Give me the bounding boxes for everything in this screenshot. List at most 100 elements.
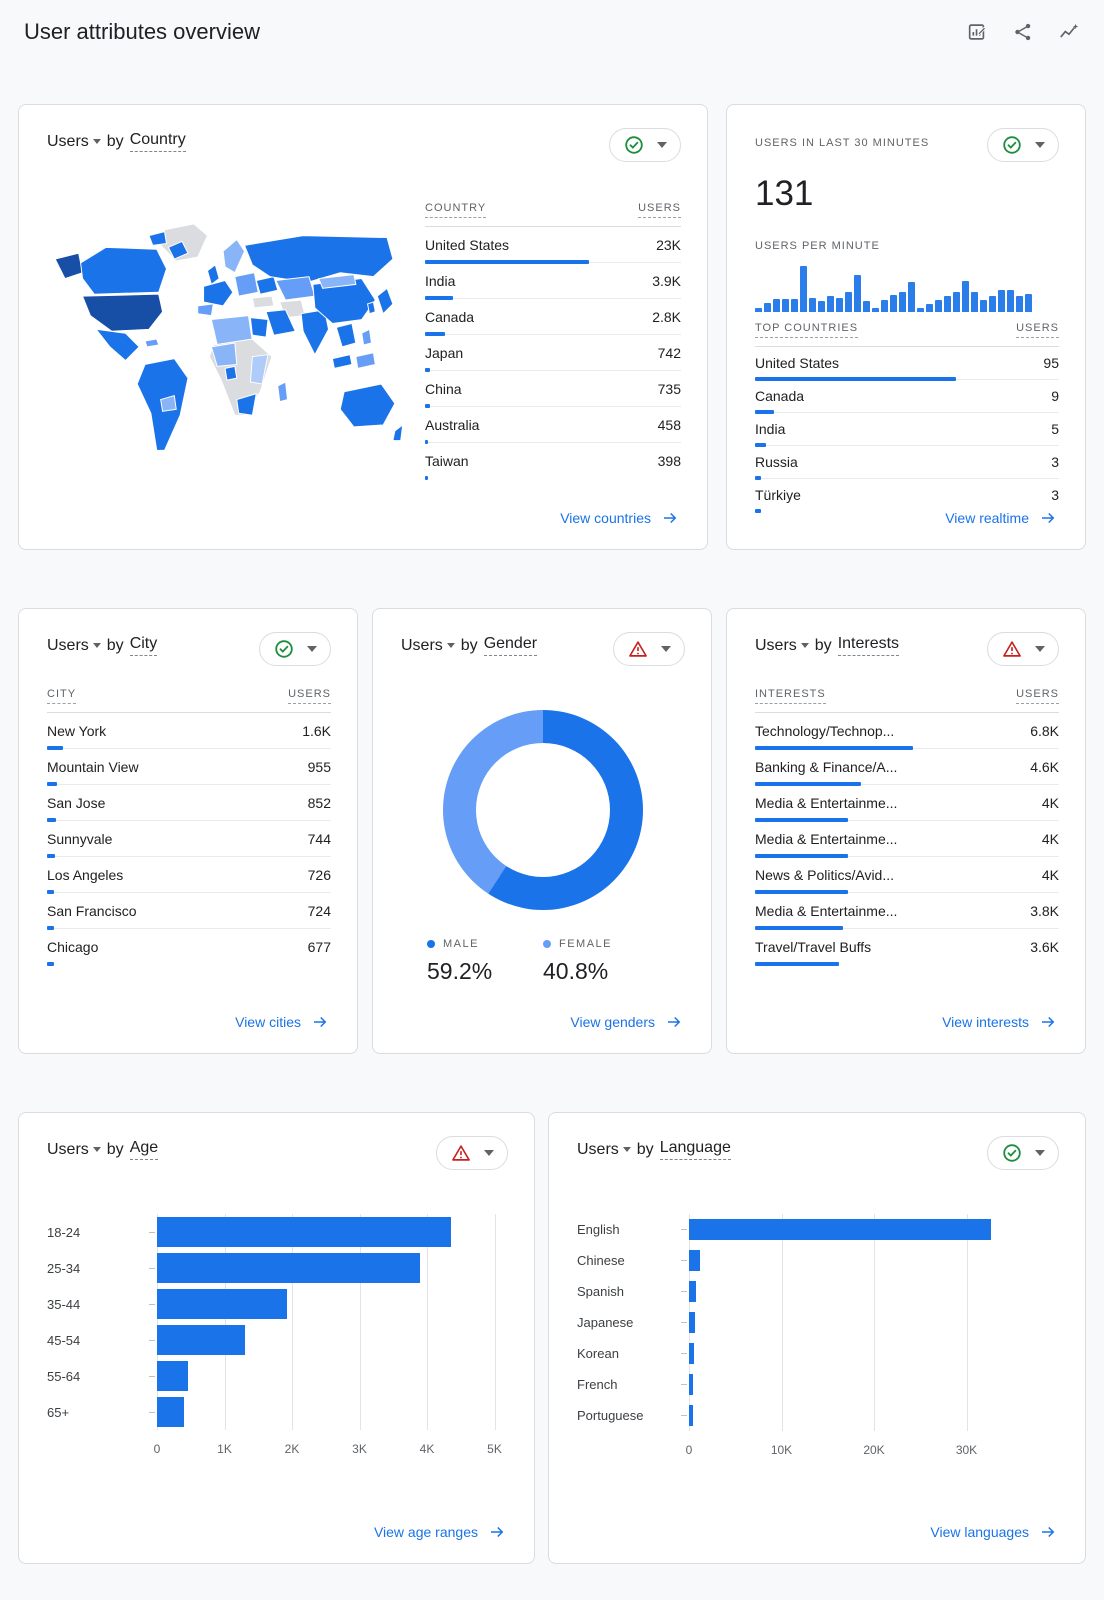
bar — [157, 1253, 421, 1283]
x-tick-label: 5K — [487, 1442, 502, 1456]
chevron-down-icon — [446, 643, 455, 648]
card-users-by-age: Users by Age 18-24 25-34 35-44 45-54 55-64 65… — [18, 1112, 535, 1564]
spark-bar — [818, 301, 825, 312]
users-metric-dropdown[interactable]: Users — [401, 637, 455, 655]
arrow-right-icon — [664, 512, 677, 524]
chart-status-dropdown[interactable] — [259, 632, 331, 666]
chart-status-dropdown[interactable] — [609, 128, 681, 162]
status-icon — [1001, 134, 1023, 156]
column-header[interactable]: CITY — [47, 688, 77, 704]
bar — [689, 1343, 694, 1364]
chevron-down-icon — [661, 646, 671, 652]
view-interests-link[interactable]: View interests — [942, 1013, 1057, 1031]
view-languages-link[interactable]: View languages — [930, 1523, 1057, 1541]
row-value: 95 — [1043, 355, 1059, 371]
users-metric-dropdown[interactable]: Users — [577, 1141, 631, 1159]
row-label: Russia — [755, 454, 798, 470]
view-cities-link[interactable]: View cities — [235, 1013, 329, 1031]
users-metric-dropdown[interactable]: Users — [47, 637, 101, 655]
view-age-ranges-link[interactable]: View age ranges — [374, 1523, 506, 1541]
users-metric-dropdown[interactable]: Users — [755, 637, 809, 655]
table-row: India 5 — [755, 413, 1059, 447]
column-header[interactable]: INTERESTS — [755, 688, 826, 704]
users-metric-dropdown[interactable]: Users — [47, 1141, 101, 1159]
app-bar-actions — [966, 21, 1080, 43]
chart-status-dropdown[interactable] — [613, 632, 685, 666]
dimension-link-interests[interactable]: Interests — [837, 635, 900, 656]
view-realtime-link[interactable]: View realtime — [945, 509, 1057, 527]
view-genders-link[interactable]: View genders — [570, 1013, 683, 1031]
users-per-minute-label: USERS PER MINUTE — [755, 240, 880, 252]
row-label: Media & Entertainme... — [755, 902, 898, 919]
dimension-link-language[interactable]: Language — [659, 1139, 731, 1160]
table-row: Canada 2.8K — [425, 299, 681, 336]
column-header[interactable]: USERS — [288, 688, 331, 704]
column-header[interactable]: TOP COUNTRIES — [755, 322, 859, 338]
bar-row: French — [577, 1369, 1059, 1400]
column-header[interactable]: USERS — [638, 202, 681, 218]
row-value: 458 — [657, 416, 681, 433]
users-metric-dropdown[interactable]: Users — [47, 133, 101, 151]
row-value: 852 — [307, 794, 331, 811]
row-value: 955 — [307, 758, 331, 775]
column-header[interactable]: USERS — [1016, 322, 1059, 338]
dimension-link-gender[interactable]: Gender — [483, 635, 538, 656]
table-row: Türkiye 3 — [755, 479, 1059, 513]
chart-status-dropdown[interactable] — [987, 632, 1059, 666]
row-value: 4.6K — [1030, 758, 1059, 775]
table-header: INTERESTS USERS — [755, 688, 1059, 713]
card-users-by-gender: Users by Gender MALE 59.2% FEMALE 40.8% … — [372, 608, 712, 1054]
spark-bar — [782, 298, 789, 312]
row-value: 23K — [656, 236, 681, 253]
table-row: United States 95 — [755, 347, 1059, 381]
column-header[interactable]: USERS — [1016, 688, 1059, 704]
category-label: Korean — [577, 1346, 619, 1361]
table-row: Mountain View 955 — [47, 749, 331, 786]
chevron-down-icon — [92, 643, 101, 648]
arrow-right-icon — [1042, 1016, 1055, 1028]
table-row: Travel/Travel Buffs 3.6K — [755, 929, 1059, 966]
row-label: Technology/Technop... — [755, 722, 895, 739]
bar-row: 25-34 — [47, 1250, 508, 1286]
card-title: Users by Interests — [755, 635, 900, 656]
male-dot — [427, 940, 435, 948]
row-label: San Jose — [47, 794, 106, 811]
axis-tick — [681, 1353, 687, 1354]
category-label: Japanese — [577, 1315, 634, 1330]
bar-row: Korean — [577, 1338, 1059, 1369]
spark-bar — [854, 274, 861, 312]
spark-bar — [926, 304, 933, 312]
spark-bar — [845, 291, 852, 312]
column-header[interactable]: COUNTRY — [425, 202, 487, 218]
row-label: United States — [425, 236, 510, 253]
chart-status-dropdown[interactable] — [436, 1136, 508, 1170]
row-label: New York — [47, 722, 107, 739]
table-row: Los Angeles 726 — [47, 857, 331, 894]
dimension-link-city[interactable]: City — [129, 635, 158, 656]
edit-report-icon[interactable] — [966, 21, 988, 43]
row-value: 3.8K — [1030, 902, 1059, 919]
row-value: 5 — [1051, 421, 1059, 437]
dimension-link-country[interactable]: Country — [129, 131, 186, 152]
row-label: Mountain View — [47, 758, 139, 775]
row-bar — [755, 509, 762, 513]
users-per-minute-chart — [755, 264, 1059, 312]
spark-bar — [1016, 295, 1023, 312]
share-icon[interactable] — [1012, 21, 1034, 43]
row-value: 744 — [307, 830, 331, 847]
card-users-by-interests: Users by Interests INTERESTS USERS Techn… — [726, 608, 1086, 1054]
interests-table: INTERESTS USERS Technology/Technop... 6.8… — [755, 688, 1059, 966]
chart-status-dropdown[interactable] — [987, 1136, 1059, 1170]
chart-status-dropdown[interactable] — [987, 128, 1059, 162]
bar — [689, 1405, 693, 1426]
dimension-link-age[interactable]: Age — [129, 1139, 159, 1160]
row-value: 3.9K — [652, 272, 681, 289]
bar-row: Spanish — [577, 1276, 1059, 1307]
table-row: United States 23K — [425, 227, 681, 264]
view-countries-link[interactable]: View countries — [560, 509, 679, 527]
axis-tick — [149, 1375, 155, 1377]
status-icon — [450, 1142, 472, 1164]
bar-row: Chinese — [577, 1245, 1059, 1276]
axis-tick — [681, 1384, 687, 1385]
insights-icon[interactable] — [1058, 21, 1080, 43]
